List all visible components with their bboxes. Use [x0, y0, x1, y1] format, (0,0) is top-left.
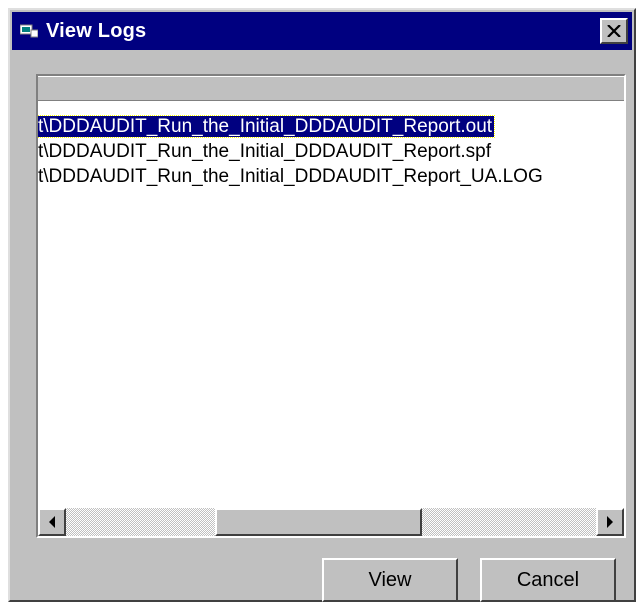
scroll-track[interactable] — [66, 508, 596, 536]
list-item-label: t\DDDAUDIT_Run_the_Initial_DDDAUDIT_Repo… — [38, 141, 491, 162]
scroll-right-button[interactable] — [596, 508, 624, 536]
close-icon — [607, 25, 621, 37]
view-logs-dialog: View Logs t\DDDAUDIT_Run_the_Initial_DDD… — [8, 8, 636, 602]
scroll-left-button[interactable] — [38, 508, 66, 536]
list-header — [38, 76, 624, 101]
list-item[interactable]: t\DDDAUDIT_Run_the_Initial_DDDAUDIT_Repo… — [38, 114, 624, 139]
log-rows: t\DDDAUDIT_Run_the_Initial_DDDAUDIT_Repo… — [38, 114, 624, 189]
window-title: View Logs — [46, 20, 147, 42]
scroll-thumb[interactable] — [215, 508, 422, 536]
log-file-list[interactable]: t\DDDAUDIT_Run_the_Initial_DDDAUDIT_Repo… — [36, 74, 626, 538]
arrow-right-icon — [607, 516, 613, 528]
close-button[interactable] — [600, 18, 628, 44]
horizontal-scrollbar[interactable] — [38, 508, 624, 536]
list-item[interactable]: t\DDDAUDIT_Run_the_Initial_DDDAUDIT_Repo… — [38, 139, 624, 164]
list-item[interactable]: t\DDDAUDIT_Run_the_Initial_DDDAUDIT_Repo… — [38, 164, 624, 189]
title-bar[interactable]: View Logs — [12, 12, 632, 50]
app-icon — [20, 24, 38, 38]
arrow-left-icon — [49, 516, 55, 528]
cancel-button[interactable]: Cancel — [480, 558, 616, 602]
view-button[interactable]: View — [322, 558, 458, 602]
list-item-label: t\DDDAUDIT_Run_the_Initial_DDDAUDIT_Repo… — [38, 166, 543, 187]
list-item-label: t\DDDAUDIT_Run_the_Initial_DDDAUDIT_Repo… — [38, 115, 496, 138]
